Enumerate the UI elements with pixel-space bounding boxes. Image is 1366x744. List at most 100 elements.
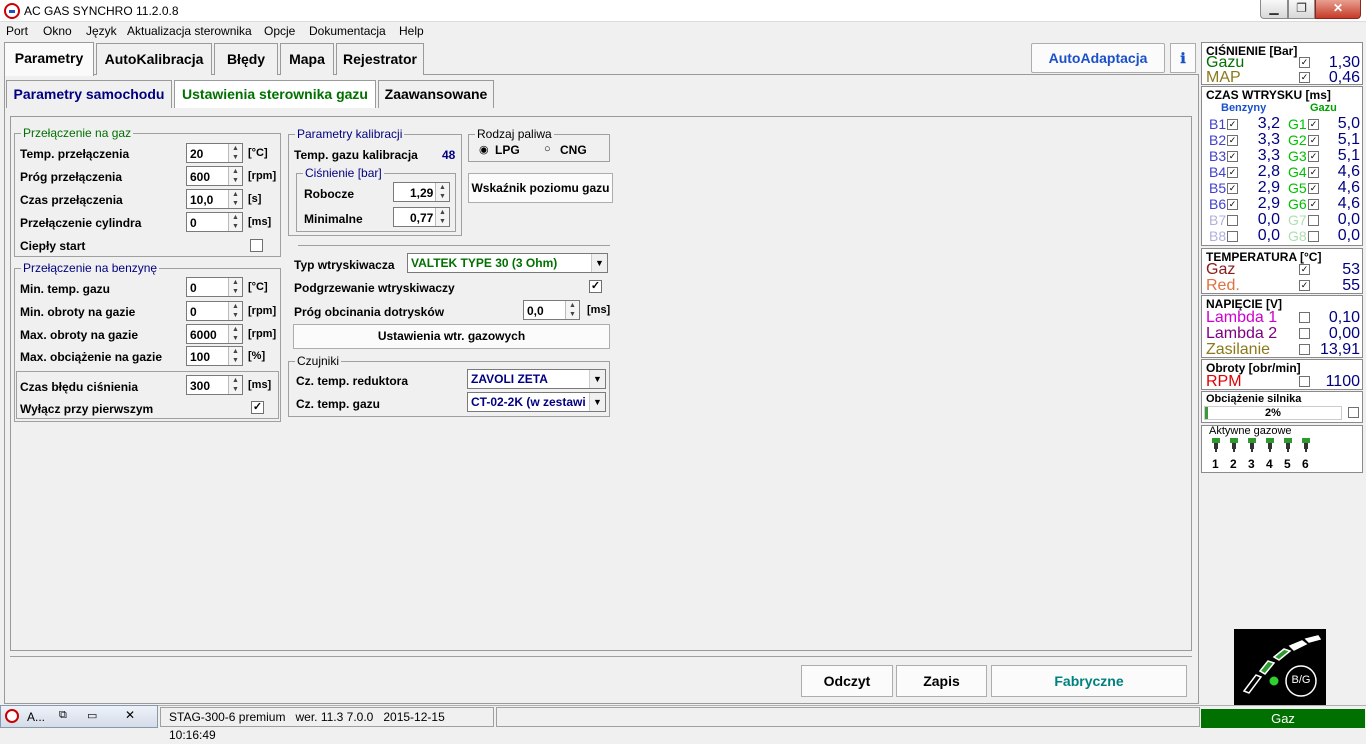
taskbar-item[interactable]: A... ⧉ ▭ ✕ [0,705,158,728]
reducer-checkbox[interactable]: ✓ [1299,280,1310,291]
injector-number: 6 [1302,457,1309,471]
cylinder-switch-input[interactable]: 0 ▲ ▼ [186,212,243,232]
working-input[interactable]: 1,29 ▲ ▼ [393,182,450,202]
tab-ustawienia-sterownika[interactable]: Ustawienia sterownika gazu [174,80,376,108]
lambda1-checkbox[interactable] [1299,312,1310,323]
status-controller: STAG-300-6 premium [169,710,286,724]
map-checkbox[interactable]: ✓ [1299,72,1310,83]
injector-heating-checkbox[interactable]: ✓ [589,280,602,293]
minimize-button[interactable]: ▁ [1260,0,1288,19]
read-button[interactable]: Odczyt [801,665,893,697]
menu-help[interactable]: Help [399,24,424,38]
min-rpm-label: Min. obroty na gazie [20,305,136,319]
petrol-injector-label: B3 [1209,148,1227,164]
disable-first-checkbox[interactable]: ✓ [251,401,264,414]
max-load-input[interactable]: 100 ▲ ▼ [186,346,243,366]
maximize-button[interactable]: ❐ [1288,0,1315,19]
disable-first-label: Wyłącz przy pierwszym [20,402,154,416]
menu-dokumentacja[interactable]: Dokumentacja [309,24,386,38]
gas-injector-checkbox[interactable]: ✓ [1308,151,1319,162]
app-icon [4,3,20,19]
injector-icon [1211,438,1221,452]
injector-number: 5 [1284,457,1291,471]
petrol-injector-checkbox[interactable]: ✓ [1227,151,1238,162]
factory-button[interactable]: Fabryczne [991,665,1187,697]
cng-radio[interactable]: ○ [544,143,551,155]
gas-temp-sensor-label: Cz. temp. gazu [296,397,381,411]
gas-injector-label: G2 [1288,132,1307,148]
petrol-injector-checkbox[interactable]: ✓ [1227,135,1238,146]
tab-autokalibracja[interactable]: AutoKalibracja [96,43,212,75]
gas-injector-checkbox[interactable]: ✓ [1308,167,1319,178]
close-button[interactable]: ✕ [1315,0,1361,19]
menu-bar: Port Okno Język Aktualizacja sterownika … [0,22,1366,40]
write-button[interactable]: Zapis [896,665,987,697]
gas-temp-checkbox[interactable]: ✓ [1299,264,1310,275]
gas-injector-checkbox[interactable]: ✓ [1308,199,1319,210]
reducer-temp-select[interactable]: ZAVOLI ZETA ▼ [467,369,606,389]
warm-start-checkbox[interactable] [250,239,263,252]
injector-type-select[interactable]: VALTEK TYPE 30 (3 Ohm) ▼ [407,253,608,273]
petrol-injector-checkbox[interactable]: ✓ [1227,119,1238,130]
unit-label: [ms] [248,379,272,391]
supply-label: Zasilanie [1206,341,1271,358]
petrol-injector-checkbox[interactable] [1227,215,1238,226]
petrol-injector-checkbox[interactable]: ✓ [1227,183,1238,194]
voltage-panel: NAPIĘCIE [V] Lambda 1 0,10 Lambda 2 0,00… [1201,295,1363,358]
tab-parametry[interactable]: Parametry [4,42,94,76]
menu-jezyk[interactable]: Język [86,24,117,38]
gas-injector-checkbox[interactable]: ✓ [1308,119,1319,130]
menu-okno[interactable]: Okno [43,24,72,38]
min-rpm-input[interactable]: 0 ▲ ▼ [186,301,243,321]
petrol-injector-checkbox[interactable] [1227,231,1238,242]
tab-zaawansowane[interactable]: Zaawansowane [378,80,494,108]
menu-update[interactable]: Aktualizacja sterownika [127,24,252,38]
gas-gauge-button[interactable]: Wskaźnik poziomu gazu [468,173,613,203]
cutoff-threshold-input[interactable]: 0,0 ▲ ▼ [523,300,580,320]
gas-pressure-checkbox[interactable]: ✓ [1299,57,1310,68]
maximize-icon[interactable]: ▭ [87,709,97,722]
gas-injector-checkbox[interactable] [1308,215,1319,226]
active-injectors-panel: Aktywne gazowe 123456 [1201,425,1363,473]
gas-injector-checkbox[interactable]: ✓ [1308,135,1319,146]
info-icon[interactable]: ℹ [1170,43,1196,73]
tab-rejestrator[interactable]: Rejestrator [336,43,424,75]
gas-injector-settings-button[interactable]: Ustawienia wtr. gazowych [293,324,610,349]
temp-switch-input[interactable]: 20 ▲ ▼ [186,143,243,163]
restore-icon[interactable]: ⧉ [59,709,67,722]
petrol-injector-checkbox[interactable]: ✓ [1227,199,1238,210]
pressure-error-input[interactable]: 300 ▲ ▼ [186,375,243,395]
tab-mapa[interactable]: Mapa [280,43,334,75]
time-switch-input[interactable]: 10,0 ▲ ▼ [186,189,243,209]
menu-opcje[interactable]: Opcje [264,24,295,38]
gas-injector-label: G8 [1288,228,1307,244]
gas-temp-sensor-select[interactable]: CT-02-2K (w zestawi ▼ [467,392,606,412]
min-gas-temp-label: Min. temp. gazu [20,282,110,296]
rpm-checkbox[interactable] [1299,376,1310,387]
gas-injector-checkbox[interactable] [1308,231,1319,242]
menu-port[interactable]: Port [6,24,28,38]
active-injectors-title: Aktywne gazowe [1209,425,1292,437]
minimal-input[interactable]: 0,77 ▲ ▼ [393,207,450,227]
autoadaptacja-button[interactable]: AutoAdaptacja [1031,43,1165,73]
status-message [496,707,1200,727]
gas-injector-checkbox[interactable]: ✓ [1308,183,1319,194]
rpm-panel: Obroty [obr/min] RPM 1100 [1201,359,1363,390]
threshold-switch-input[interactable]: 600 ▲ ▼ [186,166,243,186]
gas-injector-value: 0,0 [1337,227,1360,244]
injector-icon [1265,438,1275,452]
unit-label: [s] [248,193,262,205]
petrol-injector-checkbox[interactable]: ✓ [1227,167,1238,178]
close-icon[interactable]: ✕ [125,708,135,722]
rpm-label: RPM [1206,373,1242,390]
lambda2-checkbox[interactable] [1299,328,1310,339]
load-checkbox[interactable] [1348,407,1359,418]
petrol-injector-label: B8 [1209,228,1227,244]
lpg-radio[interactable]: ◉ [479,143,489,156]
supply-checkbox[interactable] [1299,344,1310,355]
tab-parametry-samochodu[interactable]: Parametry samochodu [6,80,172,108]
cylinder-switch-label: Przełączenie cylindra [20,216,142,230]
min-gas-temp-input[interactable]: 0 ▲ ▼ [186,277,243,297]
max-rpm-input[interactable]: 6000 ▲ ▼ [186,324,243,344]
tab-bledy[interactable]: Błędy [214,43,278,75]
